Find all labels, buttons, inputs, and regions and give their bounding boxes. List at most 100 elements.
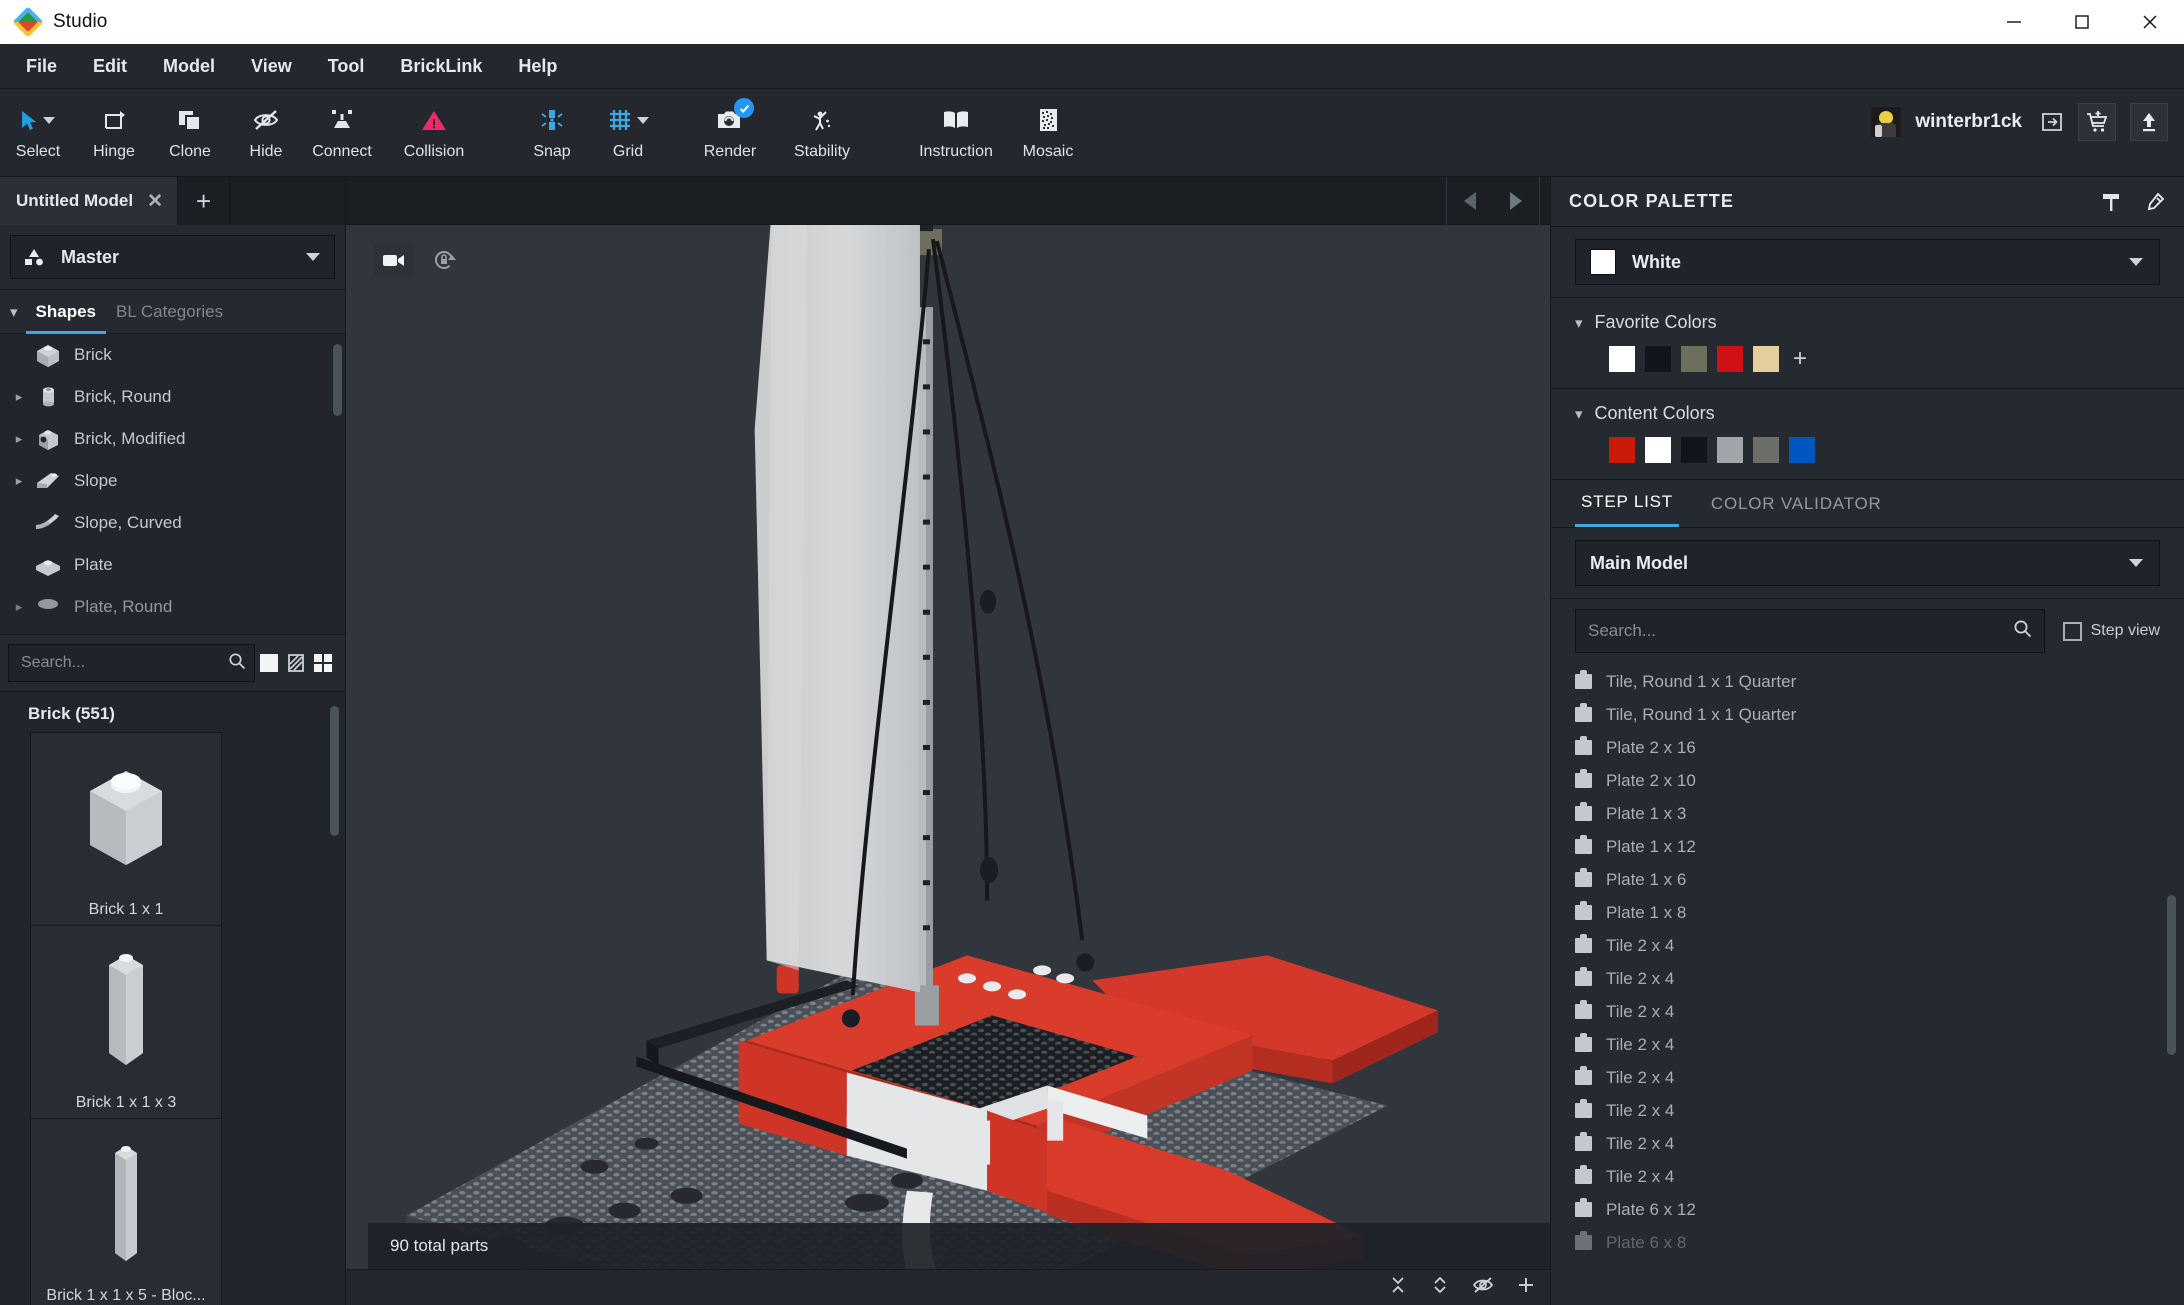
step-list[interactable]: Tile, Round 1 x 1 Quarter Tile, Round 1 …	[1551, 665, 2184, 1305]
shape-list-scrollbar[interactable]	[333, 344, 342, 416]
tool-clone[interactable]: Clone	[152, 89, 228, 161]
sign-in-icon[interactable]	[2040, 110, 2064, 134]
upload-button[interactable]	[2130, 103, 2168, 141]
menu-tool[interactable]: Tool	[310, 44, 383, 89]
maximize-button[interactable]	[2048, 0, 2116, 44]
tool-grid[interactable]: Grid	[590, 89, 666, 161]
color-swatch[interactable]	[1681, 346, 1707, 372]
add-favorite-color-button[interactable]: +	[1793, 347, 1807, 371]
plus-icon[interactable]	[1516, 1275, 1536, 1300]
pattern-color-view-button[interactable]	[282, 644, 309, 682]
list-item[interactable]: Tile 2 x 4	[1551, 1160, 2184, 1193]
search-icon[interactable]	[2013, 619, 2032, 643]
shape-category-slope-curved[interactable]: Slope, Curved	[0, 502, 345, 544]
step-view-toggle[interactable]: Step view	[2062, 621, 2160, 641]
part-card[interactable]: Brick 1 x 1	[30, 732, 222, 926]
cart-add-button[interactable]	[2078, 103, 2116, 141]
color-swatch[interactable]	[1717, 346, 1743, 372]
list-item[interactable]: Tile 2 x 4	[1551, 1094, 2184, 1127]
list-item[interactable]: Tile, Round 1 x 1 Quarter	[1551, 698, 2184, 731]
tool-stability[interactable]: Stability	[768, 89, 876, 161]
model-canvas[interactable]: 90 total parts	[346, 225, 1550, 1305]
list-item[interactable]: Tile, Round 1 x 1 Quarter	[1551, 665, 2184, 698]
menu-model[interactable]: Model	[145, 44, 233, 89]
list-item[interactable]: Plate 1 x 6	[1551, 863, 2184, 896]
paint-roller-icon[interactable]	[2100, 191, 2122, 213]
tool-instruction[interactable]: Instruction	[902, 89, 1010, 161]
list-item[interactable]: Tile 2 x 4	[1551, 962, 2184, 995]
color-swatch[interactable]	[1609, 346, 1635, 372]
list-item[interactable]: Tile 2 x 4	[1551, 995, 2184, 1028]
part-card[interactable]: Brick 1 x 1 x 3	[30, 925, 222, 1119]
chevron-down-icon[interactable]: ▾	[10, 303, 18, 321]
tool-snap[interactable]: Snap	[514, 89, 590, 161]
arrow-right-icon[interactable]	[1493, 177, 1539, 225]
tool-hinge[interactable]: Hinge	[76, 89, 152, 161]
master-select[interactable]: Master	[10, 235, 335, 279]
color-swatch[interactable]	[1645, 346, 1671, 372]
document-tab-untitled-model[interactable]: Untitled Model ✕	[0, 177, 179, 225]
tool-select[interactable]: Select	[0, 89, 76, 161]
tab-bl-categories[interactable]: BL Categories	[106, 290, 233, 334]
menu-edit[interactable]: Edit	[75, 44, 145, 89]
list-item[interactable]: Tile 2 x 4	[1551, 929, 2184, 962]
grid-view-button[interactable]	[310, 644, 337, 682]
list-item[interactable]: Plate 2 x 10	[1551, 764, 2184, 797]
close-icon[interactable]: ✕	[147, 192, 163, 211]
color-swatch[interactable]	[1753, 346, 1779, 372]
chevron-right-icon[interactable]: ▸	[8, 599, 30, 615]
parts-scrollbar[interactable]	[330, 706, 339, 836]
tool-mosaic[interactable]: Mosaic	[1010, 89, 1086, 161]
favorite-colors-header[interactable]: ▾ Favorite Colors	[1575, 312, 2160, 333]
shape-category-brick-modified[interactable]: ▸ Brick, Modified	[0, 418, 345, 460]
chevron-right-icon[interactable]: ▸	[8, 473, 30, 489]
camera-button[interactable]	[374, 243, 414, 277]
parts-search-box[interactable]	[8, 644, 255, 682]
color-swatch[interactable]	[1753, 437, 1779, 463]
chevron-down-icon[interactable]: ▾	[1575, 314, 1583, 332]
list-item[interactable]: Plate 6 x 12	[1551, 1193, 2184, 1226]
tab-shapes[interactable]: Shapes	[25, 290, 107, 334]
list-item[interactable]: Plate 1 x 3	[1551, 797, 2184, 830]
chevron-down-icon[interactable]: ▾	[1575, 405, 1583, 423]
tool-hide[interactable]: Hide	[228, 89, 304, 161]
part-card[interactable]: Brick 1 x 1 x 5 - Bloc...	[30, 1118, 222, 1305]
menu-bricklink[interactable]: BrickLink	[382, 44, 500, 89]
eye-slash-icon[interactable]	[1472, 1275, 1494, 1300]
minimize-button[interactable]	[1980, 0, 2048, 44]
shape-category-brick-round[interactable]: ▸ Brick, Round	[0, 376, 345, 418]
list-item[interactable]: Tile 2 x 4	[1551, 1127, 2184, 1160]
color-swatch[interactable]	[1717, 437, 1743, 463]
list-item[interactable]: Plate 6 x 8	[1551, 1226, 2184, 1259]
shape-category-plate-round[interactable]: ▸ Plate, Round	[0, 586, 345, 628]
list-item[interactable]: Plate 1 x 8	[1551, 896, 2184, 929]
expand-vertical-icon[interactable]	[1430, 1275, 1450, 1300]
list-item[interactable]: Plate 1 x 12	[1551, 830, 2184, 863]
shape-category-slope[interactable]: ▸ Slope	[0, 460, 345, 502]
search-icon[interactable]	[228, 652, 246, 675]
menu-file[interactable]: File	[8, 44, 75, 89]
menu-view[interactable]: View	[233, 44, 310, 89]
list-item[interactable]: Tile 2 x 4	[1551, 1061, 2184, 1094]
tab-step-list[interactable]: STEP LIST	[1575, 480, 1679, 527]
collapse-vertical-icon[interactable]	[1388, 1275, 1408, 1300]
shape-category-brick[interactable]: Brick	[0, 334, 345, 376]
color-swatch[interactable]	[1609, 437, 1635, 463]
lock-rotate-button[interactable]	[424, 243, 464, 277]
list-item[interactable]: Tile 2 x 4	[1551, 1028, 2184, 1061]
shape-category-plate[interactable]: Plate	[0, 544, 345, 586]
user-avatar[interactable]	[1871, 107, 1902, 137]
solid-color-view-button[interactable]	[255, 644, 282, 682]
chevron-right-icon[interactable]: ▸	[8, 431, 30, 447]
step-search-box[interactable]	[1575, 609, 2045, 653]
search-input[interactable]	[1588, 621, 2013, 641]
color-swatch[interactable]	[1681, 437, 1707, 463]
arrow-left-icon[interactable]	[1447, 177, 1493, 225]
list-item[interactable]: Plate 2 x 16	[1551, 731, 2184, 764]
menu-help[interactable]: Help	[500, 44, 575, 89]
checkbox-icon[interactable]	[2062, 621, 2082, 641]
color-swatch[interactable]	[1645, 437, 1671, 463]
color-swatch[interactable]	[1789, 437, 1815, 463]
search-input[interactable]	[21, 654, 228, 672]
tool-collision[interactable]: Collision	[380, 89, 488, 161]
